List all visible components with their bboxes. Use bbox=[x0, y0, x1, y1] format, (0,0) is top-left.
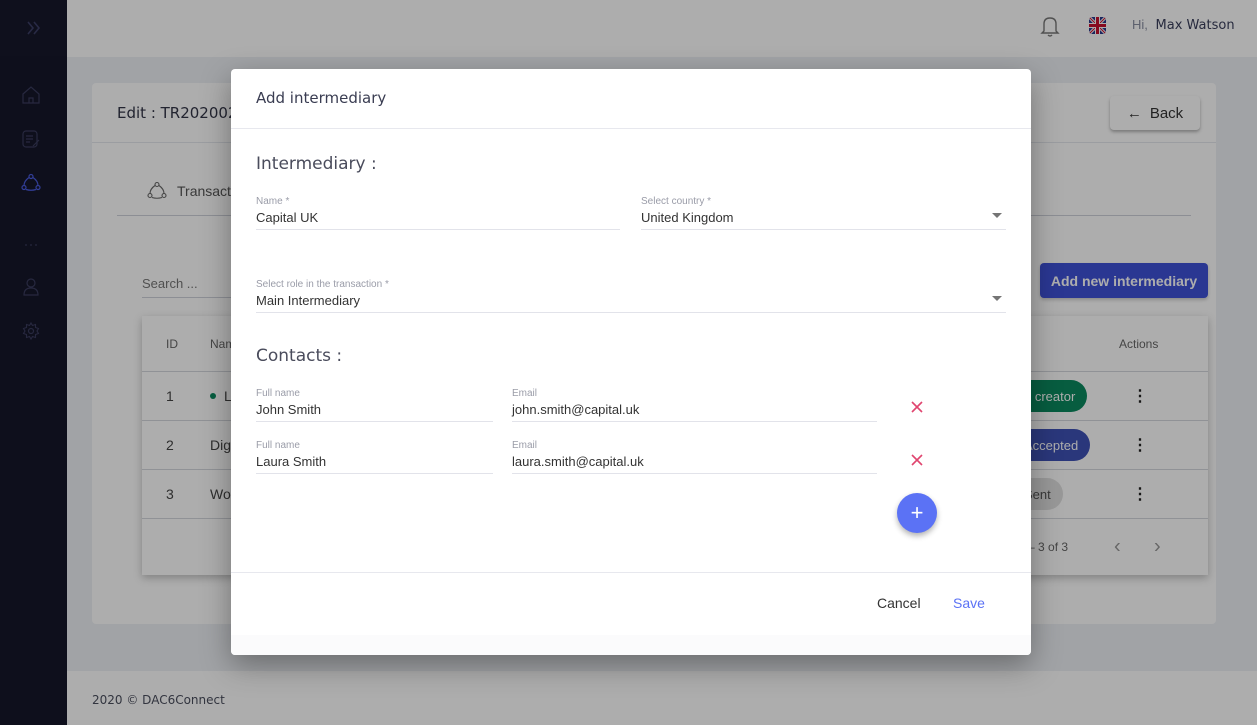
email-label: Email bbox=[512, 388, 538, 399]
dialog-footer: Cancel Save bbox=[231, 572, 1031, 635]
fullname-value: Laura Smith bbox=[256, 454, 327, 469]
role-value: Main Intermediary bbox=[256, 293, 361, 308]
add-contact-button[interactable]: + bbox=[897, 493, 937, 533]
dialog-bottom-strip bbox=[231, 635, 1031, 655]
fullname-label: Full name bbox=[256, 388, 300, 399]
cancel-button[interactable]: Cancel bbox=[877, 595, 921, 611]
contact-email-field[interactable]: Email john.smith@capital.uk bbox=[512, 388, 877, 422]
dialog-header: Add intermediary bbox=[231, 69, 1031, 129]
intermediary-section-title: Intermediary : bbox=[256, 154, 377, 174]
name-value: Capital UK bbox=[256, 210, 319, 225]
dropdown-caret-icon bbox=[992, 296, 1002, 301]
contact-fullname-field[interactable]: Full name Laura Smith bbox=[256, 440, 493, 474]
fullname-value: John Smith bbox=[256, 402, 322, 417]
country-select[interactable]: Select country * United Kingdom bbox=[641, 196, 1006, 230]
country-label: Select country * bbox=[641, 196, 712, 207]
name-field[interactable]: Name * Capital UK bbox=[256, 196, 620, 230]
email-label: Email bbox=[512, 440, 538, 451]
dialog-title: Add intermediary bbox=[256, 89, 387, 107]
name-label: Name * bbox=[256, 196, 290, 207]
role-select[interactable]: Select role in the transaction * Main In… bbox=[256, 279, 1006, 313]
email-value: john.smith@capital.uk bbox=[512, 402, 640, 417]
remove-contact-button[interactable] bbox=[909, 399, 925, 415]
contact-fullname-field[interactable]: Full name John Smith bbox=[256, 388, 493, 422]
plus-icon: + bbox=[910, 500, 924, 525]
contacts-section-title: Contacts : bbox=[256, 346, 343, 366]
save-button[interactable]: Save bbox=[953, 595, 985, 611]
close-icon bbox=[911, 401, 923, 413]
close-icon bbox=[911, 454, 923, 466]
country-value: United Kingdom bbox=[641, 210, 734, 225]
dropdown-caret-icon bbox=[992, 213, 1002, 218]
contact-email-field[interactable]: Email laura.smith@capital.uk bbox=[512, 440, 877, 474]
email-value: laura.smith@capital.uk bbox=[512, 454, 644, 469]
fullname-label: Full name bbox=[256, 440, 300, 451]
remove-contact-button[interactable] bbox=[909, 452, 925, 468]
role-label: Select role in the transaction * bbox=[256, 279, 389, 290]
add-intermediary-dialog: Add intermediary Intermediary : Name * C… bbox=[231, 69, 1031, 655]
